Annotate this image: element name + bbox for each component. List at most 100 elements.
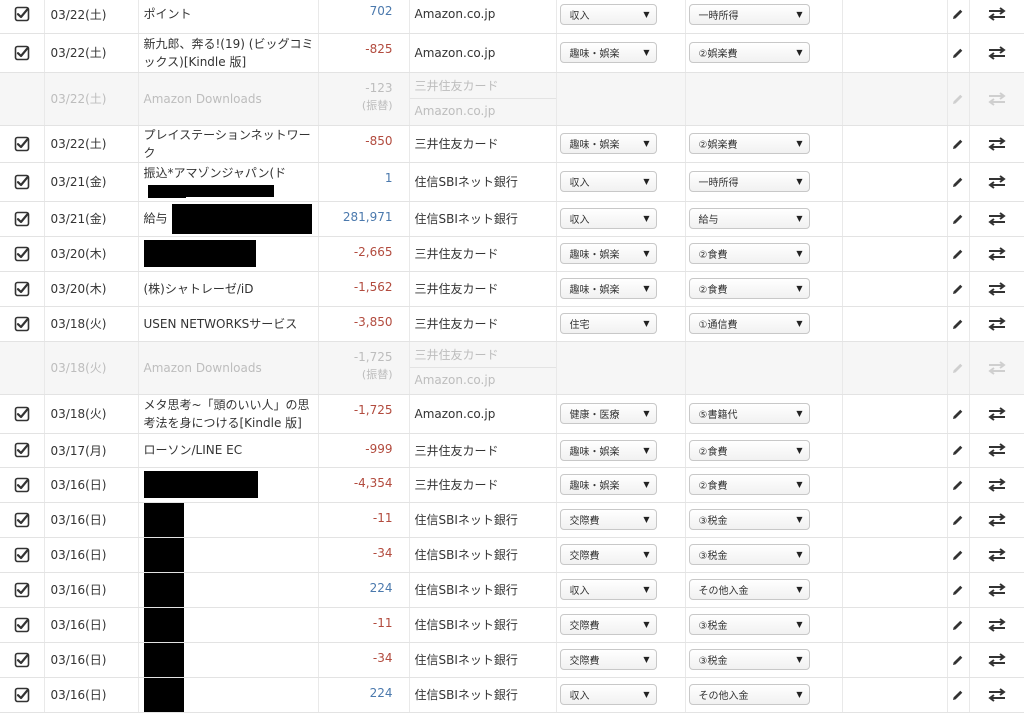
category-select[interactable]: 趣味・娯楽 ▼	[559, 243, 657, 264]
checkbox-checked-icon[interactable]	[14, 477, 30, 493]
checkbox-checked-icon[interactable]	[14, 512, 30, 528]
include-checkbox-cell[interactable]	[0, 502, 45, 538]
checkbox-checked-icon[interactable]	[14, 316, 30, 332]
edit-cell[interactable]	[947, 642, 970, 678]
category-select[interactable]: 住宅 ▼	[559, 313, 657, 334]
subcategory-select[interactable]: ①通信費 ▼	[688, 313, 810, 334]
edit-cell[interactable]	[947, 201, 970, 237]
transfer-cell[interactable]	[969, 341, 1024, 395]
pencil-icon[interactable]	[952, 408, 964, 420]
transfer-cell[interactable]	[969, 537, 1024, 573]
pencil-icon[interactable]	[952, 362, 964, 374]
pencil-icon[interactable]	[952, 283, 964, 295]
transfer-cell[interactable]	[969, 201, 1024, 237]
category-select[interactable]: 趣味・娯楽 ▼	[559, 439, 657, 461]
transfer-arrows-icon[interactable]	[988, 477, 1006, 492]
edit-cell[interactable]	[947, 572, 970, 608]
checkbox-checked-icon[interactable]	[14, 174, 30, 190]
include-checkbox-cell[interactable]	[0, 236, 45, 272]
transfer-cell[interactable]	[969, 72, 1024, 126]
transfer-cell[interactable]	[969, 642, 1024, 678]
subcategory-select[interactable]: ②娯楽費 ▼	[688, 133, 810, 154]
subcategory-select[interactable]: ②娯楽費 ▼	[688, 42, 810, 63]
subcategory-select[interactable]: ③税金 ▼	[688, 614, 810, 635]
checkbox-checked-icon[interactable]	[14, 45, 30, 61]
category-select[interactable]: 収入 ▼	[559, 3, 657, 25]
subcategory-select[interactable]: ③税金 ▼	[688, 544, 810, 565]
subcategory-select[interactable]: ②食費 ▼	[688, 243, 810, 264]
transfer-arrows-icon[interactable]	[988, 211, 1006, 226]
subcategory-select[interactable]: 給与 ▼	[688, 208, 810, 229]
include-checkbox-cell[interactable]	[0, 162, 45, 202]
transfer-cell[interactable]	[969, 433, 1024, 468]
include-checkbox-cell[interactable]	[0, 271, 45, 307]
transfer-cell[interactable]	[969, 306, 1024, 342]
pencil-icon[interactable]	[952, 584, 964, 596]
pencil-icon[interactable]	[952, 318, 964, 330]
edit-cell[interactable]	[947, 394, 970, 434]
include-checkbox-cell[interactable]	[0, 642, 45, 678]
checkbox-checked-icon[interactable]	[14, 652, 30, 668]
subcategory-select[interactable]: その他入金 ▼	[688, 684, 810, 705]
transfer-arrows-icon[interactable]	[988, 136, 1006, 151]
include-checkbox-cell[interactable]	[0, 306, 45, 342]
checkbox-checked-icon[interactable]	[14, 6, 30, 22]
transfer-cell[interactable]	[969, 677, 1024, 713]
subcategory-select[interactable]: ②食費 ▼	[688, 439, 810, 461]
transfer-arrows-icon[interactable]	[988, 45, 1006, 60]
subcategory-select[interactable]: ②食費 ▼	[688, 474, 810, 495]
include-checkbox-cell[interactable]	[0, 537, 45, 573]
category-select[interactable]: 収入 ▼	[559, 208, 657, 229]
edit-cell[interactable]	[947, 271, 970, 307]
transfer-cell[interactable]	[969, 162, 1024, 202]
category-select[interactable]: 収入 ▼	[559, 171, 657, 192]
subcategory-select[interactable]: ③税金 ▼	[688, 509, 810, 530]
subcategory-select[interactable]: 一時所得 ▼	[688, 171, 810, 192]
category-select[interactable]: 趣味・娯楽 ▼	[559, 133, 657, 154]
checkbox-checked-icon[interactable]	[14, 687, 30, 703]
pencil-icon[interactable]	[952, 248, 964, 260]
include-checkbox-cell[interactable]	[0, 433, 45, 468]
subcategory-select[interactable]: ②食費 ▼	[688, 278, 810, 299]
pencil-icon[interactable]	[952, 444, 964, 456]
transfer-cell[interactable]	[969, 607, 1024, 643]
subcategory-select[interactable]: その他入金 ▼	[688, 579, 810, 600]
edit-cell[interactable]	[947, 502, 970, 538]
include-checkbox-cell[interactable]	[0, 33, 45, 73]
transfer-arrows-icon[interactable]	[988, 443, 1006, 457]
edit-cell[interactable]	[947, 433, 970, 468]
pencil-icon[interactable]	[952, 549, 964, 561]
checkbox-checked-icon[interactable]	[14, 442, 30, 458]
transfer-arrows-icon[interactable]	[988, 617, 1006, 632]
pencil-icon[interactable]	[952, 619, 964, 631]
pencil-icon[interactable]	[952, 654, 964, 666]
category-select[interactable]: 趣味・娯楽 ▼	[559, 42, 657, 63]
transfer-arrows-icon[interactable]	[988, 281, 1006, 296]
transfer-arrows-icon[interactable]	[988, 246, 1006, 261]
transfer-cell[interactable]	[969, 125, 1024, 163]
transfer-arrows-icon[interactable]	[988, 91, 1006, 106]
transfer-cell[interactable]	[969, 572, 1024, 608]
category-select[interactable]: 交際費 ▼	[559, 649, 657, 670]
transfer-cell[interactable]	[969, 0, 1024, 34]
edit-cell[interactable]	[947, 607, 970, 643]
category-select[interactable]: 交際費 ▼	[559, 509, 657, 530]
checkbox-checked-icon[interactable]	[14, 211, 30, 227]
transfer-arrows-icon[interactable]	[988, 582, 1006, 597]
checkbox-checked-icon[interactable]	[14, 617, 30, 633]
edit-cell[interactable]	[947, 677, 970, 713]
include-checkbox-cell[interactable]	[0, 201, 45, 237]
include-checkbox-cell[interactable]	[0, 467, 45, 503]
pencil-icon[interactable]	[952, 93, 964, 105]
transfer-arrows-icon[interactable]	[988, 174, 1006, 189]
category-select[interactable]: 交際費 ▼	[559, 544, 657, 565]
transfer-arrows-icon[interactable]	[988, 316, 1006, 331]
edit-cell[interactable]	[947, 72, 970, 126]
category-select[interactable]: 収入 ▼	[559, 684, 657, 705]
edit-cell[interactable]	[947, 162, 970, 202]
pencil-icon[interactable]	[952, 138, 964, 150]
edit-cell[interactable]	[947, 537, 970, 573]
pencil-icon[interactable]	[952, 8, 964, 20]
checkbox-checked-icon[interactable]	[14, 547, 30, 563]
include-checkbox-cell[interactable]	[0, 607, 45, 643]
